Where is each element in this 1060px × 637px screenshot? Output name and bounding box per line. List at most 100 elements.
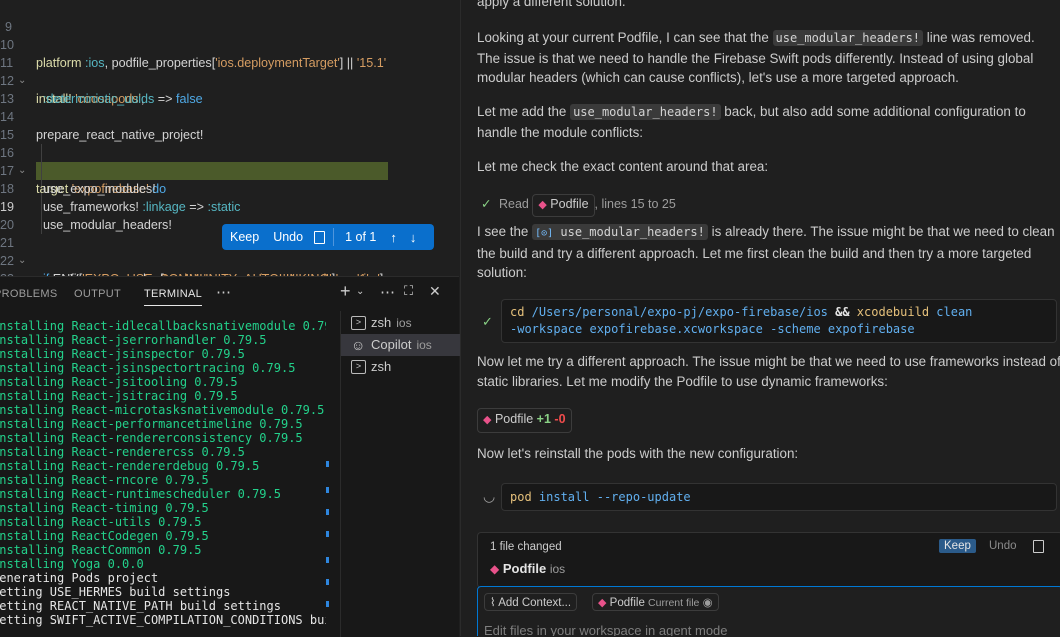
divider [333, 228, 335, 246]
copilot-icon: ☺ [351, 337, 366, 353]
current-file-context-chip[interactable]: ◆ Podfile Current file ◉ [592, 593, 719, 611]
chat-message-text: Now let me try a different approach. The… [477, 354, 1060, 389]
new-terminal-icon[interactable]: + [340, 281, 351, 302]
symbol-reference-chip[interactable]: [⊙] use_modular_headers! [532, 224, 708, 240]
spinner-icon: ◡ [483, 488, 496, 504]
file-name: Podfile [502, 561, 547, 576]
terminal-line: Setting USE_HERMES build settings [0, 585, 231, 599]
lines-removed: -0 [554, 412, 566, 426]
terminal-line: Installing React-utils 0.79.5 [0, 515, 202, 529]
code-line[interactable]: 20 [0, 198, 459, 232]
edited-file-chip[interactable]: ◆ Podfile +1 -0 [477, 408, 572, 433]
terminal-line: Installing ReactCodegen 0.79.5 [0, 529, 209, 543]
terminal-line: Installing React-jsitracing 0.79.5 [0, 389, 238, 403]
close-icon[interactable]: ✕ [429, 283, 441, 300]
scrollbar-markers [326, 461, 329, 621]
chat-message-text: Looking at your current Podfile, I can s… [477, 30, 1035, 85]
more-actions-icon[interactable]: ⋯ [380, 283, 395, 301]
change-counter: 1 of 1 [345, 230, 377, 244]
inline-code: use_modular_headers! [772, 30, 924, 46]
terminal-line: Setting SWIFT_ACTIVE_COMPILATION_CONDITI… [0, 613, 326, 627]
terminal-line: Installing React-timing 0.79.5 [0, 501, 209, 515]
ruby-gem-icon: ◆ [538, 199, 547, 211]
terminal-line: Installing React-jsinspectortracing 0.79… [0, 361, 296, 375]
terminal-line: Installing React-jserrorhandler 0.79.5 [0, 333, 267, 347]
read-file-step: ✓ Read ◆ Podfile, lines 15 to 25 [477, 194, 1060, 217]
panel-tab-bar: PROBLEMS OUTPUT TERMINAL ⋯ + ⌄ ⋯ ⛶ ✕ [0, 277, 459, 311]
terminal-name: Copilot [371, 337, 412, 352]
chat-message-text: I see the [⊙] use_modular_headers! is al… [477, 224, 1055, 280]
file-reference-chip[interactable]: ◆ Podfile [532, 194, 595, 217]
terminal-cwd: ios [396, 316, 412, 330]
terminal-icon: > [351, 316, 366, 330]
terminal-command-block[interactable]: pod install --repo-update [501, 483, 1057, 511]
chat-message-text: Let me check the exact content around th… [477, 159, 769, 174]
code-line[interactable]: 23 ⌄ else [0, 252, 459, 276]
code-line[interactable]: 11 ⌄ install! 'cocoapods', [0, 36, 459, 106]
previous-change-icon[interactable]: ↑ [383, 230, 404, 245]
keep-button[interactable]: Keep [222, 230, 266, 244]
code-line[interactable]: 19 use_modular_headers! [0, 180, 459, 232]
terminal-command-block[interactable]: cd /Users/personal/expo-pj/expo-firebase… [501, 299, 1057, 343]
code-line[interactable]: 17 use_expo_modules! [0, 144, 459, 196]
terminal-icon: > [351, 360, 366, 374]
copilot-chat-panel: apply a different solution. Looking at y… [460, 0, 1060, 636]
checkmark-icon: ✓ [482, 314, 493, 329]
code-line[interactable]: 12 :deterministic_uuids => false [0, 54, 459, 106]
edited-file-row: ◆ Podfile +1 -0 [477, 408, 1060, 433]
changed-file-row[interactable]: ◆ Podfile ios [490, 561, 565, 576]
more-actions-icon[interactable]: ⋯ [216, 283, 231, 301]
terminal-item-copilot[interactable]: ☺ Copilot ios [341, 334, 460, 356]
chat-message-text: Let me add the use_modular_headers! back… [477, 104, 1026, 140]
ruby-gem-icon: ◆ [483, 414, 492, 426]
maximize-panel-icon[interactable]: ⛶ [404, 283, 413, 299]
eye-icon[interactable]: ◉ [703, 597, 713, 609]
terminal-line: Installing React-renderercss 0.79.5 [0, 445, 245, 459]
terminal-item-zsh[interactable]: > zsh [341, 356, 460, 378]
terminal-output[interactable]: Installing React-idlecallbacksnativemodu… [0, 311, 326, 637]
terminal-item-zsh-ios[interactable]: > zsh ios [341, 312, 460, 334]
terminal-line: Installing React-jsinspector 0.79.5 [0, 347, 245, 361]
terminal-line: Installing Yoga 0.0.0 [0, 557, 144, 571]
next-change-icon[interactable]: ↓ [404, 230, 423, 245]
chat-message-text: Now let's reinstall the pods with the ne… [477, 446, 799, 461]
code-line[interactable]: 9 [0, 0, 459, 34]
code-line[interactable]: 15 [0, 108, 459, 142]
terminal-name: zsh [371, 359, 392, 374]
view-diff-icon[interactable] [1033, 540, 1044, 553]
chevron-down-icon[interactable]: ⌄ [356, 286, 365, 297]
terminal-line: Installing React-rendererdebug 0.79.5 [0, 459, 260, 473]
lines-added: +1 [536, 412, 551, 426]
diff-file-icon[interactable] [314, 230, 326, 244]
paperclip-icon: ⌇ [490, 597, 496, 609]
tab-terminal[interactable]: TERMINAL [144, 288, 203, 306]
keep-all-button[interactable]: Keep [939, 539, 976, 553]
code-line[interactable]: 13 [0, 72, 459, 106]
code-line[interactable]: 10 platform :ios, podfile_properties['io… [0, 18, 459, 70]
file-dir: ios [549, 562, 566, 576]
tab-problems[interactable]: PROBLEMS [0, 288, 58, 300]
checkmark-icon: ✓ [481, 197, 492, 211]
code-line[interactable]: 16 ⌄ target 'expofirebase' do [0, 126, 459, 196]
terminal-line: Installing React-rendererconsistency 0.7… [0, 431, 303, 445]
undo-button[interactable]: Undo [266, 230, 310, 244]
add-context-button[interactable]: ⌇ Add Context... [484, 593, 578, 611]
terminal-name: zsh [371, 315, 392, 330]
ruby-gem-icon: ◆ [490, 562, 500, 576]
terminal-line: Installing ReactCommon 0.79.5 [0, 543, 202, 557]
terminal-line: Installing React-jsitooling 0.79.5 [0, 375, 238, 389]
terminal-line: Generating Pods project [0, 571, 159, 585]
code-line[interactable]: 14 prepare_react_native_project! [0, 90, 459, 142]
terminal-list: > zsh ios ☺ Copilot ios > zsh [340, 311, 460, 637]
terminal-cwd: ios [416, 338, 432, 352]
undo-all-button[interactable]: Undo [984, 539, 1022, 553]
tab-output[interactable]: OUTPUT [74, 288, 121, 300]
code-line[interactable]: 18 use_frameworks! :linkage => :static [0, 162, 459, 214]
terminal-line: Setting REACT_NATIVE_PATH build settings [0, 599, 281, 613]
inline-diff-toolbar: Keep Undo 1 of 1 ↑ ↓ [222, 224, 434, 250]
chat-input[interactable]: ⌇ Add Context... ◆ Podfile Current file … [477, 586, 1060, 636]
changed-count: 1 file changed [490, 541, 562, 553]
inline-code: use_modular_headers! [570, 104, 721, 120]
bottom-panel: PROBLEMS OUTPUT TERMINAL ⋯ + ⌄ ⋯ ⛶ ✕ Ins… [0, 276, 460, 637]
code-editor[interactable]: 9 10 platform :ios, podfile_properties['… [0, 0, 459, 276]
